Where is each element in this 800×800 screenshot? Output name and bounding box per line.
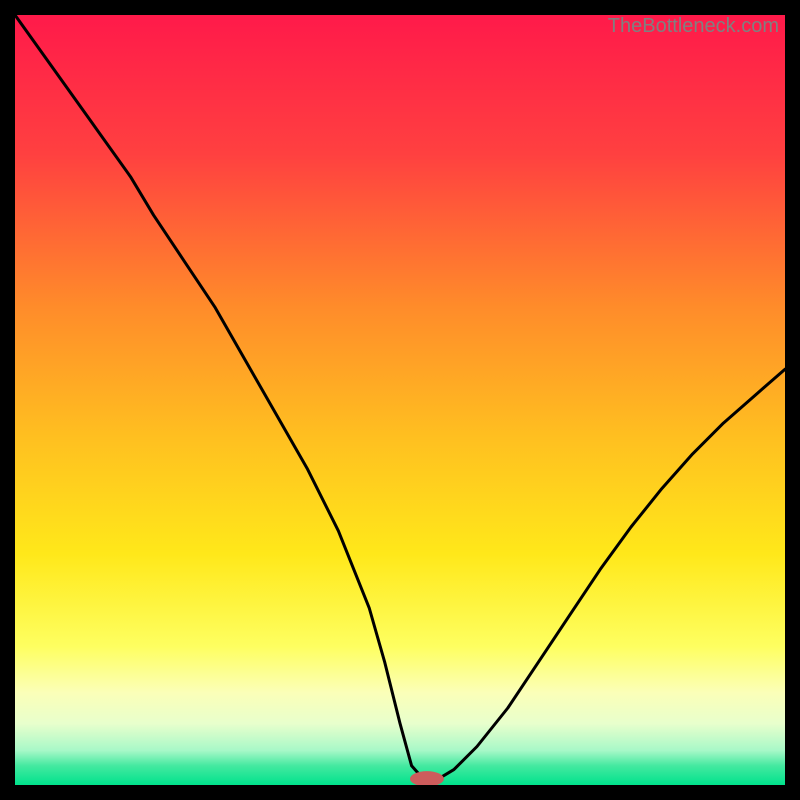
gradient-background	[15, 15, 785, 785]
watermark-text: TheBottleneck.com	[608, 15, 779, 38]
plot-area: TheBottleneck.com	[15, 15, 785, 785]
bottleneck-chart	[15, 15, 785, 785]
chart-frame: TheBottleneck.com	[0, 0, 800, 800]
